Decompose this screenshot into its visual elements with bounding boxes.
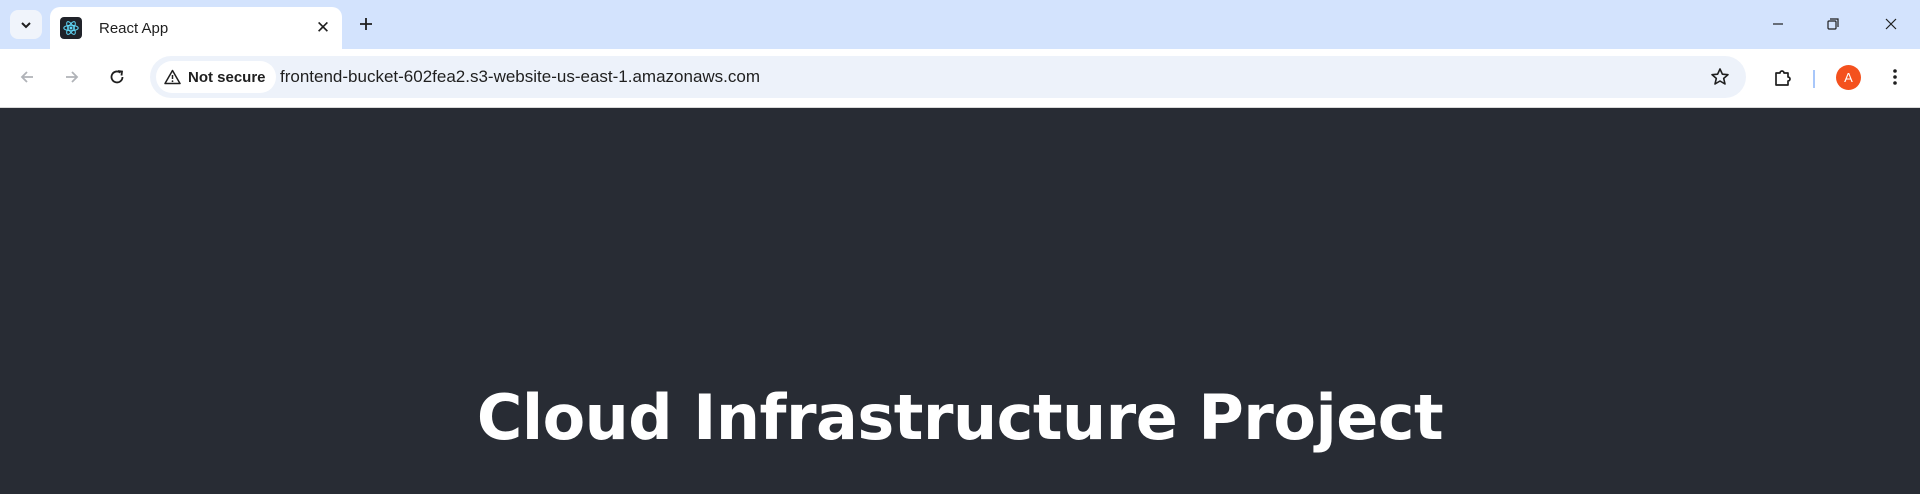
back-button[interactable] bbox=[10, 60, 44, 94]
arrow-left-icon bbox=[20, 71, 33, 83]
address-bar[interactable]: Not secure frontend-bucket-602fea2.s3-we… bbox=[150, 56, 1746, 98]
new-tab-button[interactable] bbox=[352, 10, 380, 38]
react-logo-icon bbox=[60, 17, 82, 39]
toolbar-divider bbox=[1813, 70, 1815, 88]
security-label: Not secure bbox=[188, 68, 266, 86]
restore-icon bbox=[1827, 18, 1839, 30]
tab-react-app[interactable]: React App ✕ bbox=[50, 7, 342, 49]
browser-menu-button[interactable] bbox=[1878, 60, 1912, 94]
minimize-button[interactable] bbox=[1755, 7, 1801, 41]
puzzle-icon bbox=[1775, 70, 1791, 86]
tab-title: React App bbox=[99, 19, 169, 37]
tab-strip: React App ✕ bbox=[0, 0, 1920, 49]
restore-button[interactable] bbox=[1810, 7, 1856, 41]
security-indicator[interactable]: Not secure bbox=[156, 61, 276, 93]
close-window-button[interactable] bbox=[1868, 7, 1914, 41]
bookmark-star-icon[interactable] bbox=[1708, 65, 1732, 89]
page-content: Cloud Infrastructure Project bbox=[0, 109, 1920, 494]
arrow-right-icon bbox=[66, 71, 79, 83]
profile-avatar[interactable]: A bbox=[1836, 65, 1861, 90]
browser-toolbar: Not secure frontend-bucket-602fea2.s3-we… bbox=[0, 49, 1920, 108]
chevron-down-icon bbox=[21, 21, 31, 28]
reload-icon bbox=[110, 70, 124, 84]
more-vertical-icon bbox=[1893, 69, 1897, 85]
tab-search-button[interactable] bbox=[10, 10, 42, 39]
close-tab-icon[interactable]: ✕ bbox=[312, 17, 334, 39]
minimize-icon bbox=[1773, 23, 1783, 25]
forward-button[interactable] bbox=[55, 60, 89, 94]
plus-icon bbox=[360, 18, 372, 30]
url-text[interactable]: frontend-bucket-602fea2.s3-website-us-ea… bbox=[280, 67, 760, 87]
page-title: Cloud Infrastructure Project bbox=[476, 381, 1444, 454]
extensions-button[interactable] bbox=[1766, 60, 1800, 94]
reload-button[interactable] bbox=[100, 60, 134, 94]
close-icon bbox=[1885, 18, 1897, 30]
warning-icon bbox=[164, 69, 181, 85]
